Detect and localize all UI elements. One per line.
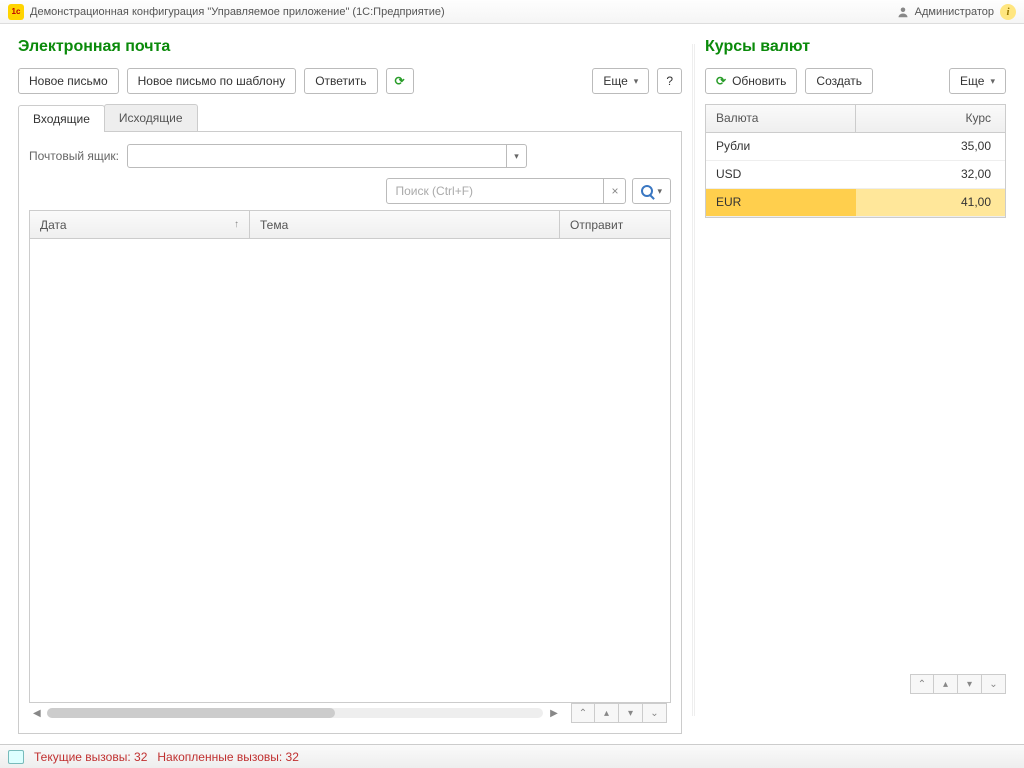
rates-more-label: Еще <box>960 74 984 88</box>
more-button[interactable]: Еще ▾ <box>592 68 649 94</box>
nav-first-button[interactable]: ⌃ <box>910 674 934 694</box>
scroll-left-icon[interactable]: ◀ <box>33 708 41 719</box>
table-row-selected[interactable]: EUR 41,00 <box>706 189 1005 217</box>
grid-body[interactable] <box>30 239 670 702</box>
email-tabs: Входящие Исходящие <box>18 104 682 132</box>
nav-up-button[interactable]: ▴ <box>934 674 958 694</box>
grid-header: Дата↑ Тема Отправит <box>30 211 670 239</box>
nav-last-button[interactable]: ⌄ <box>982 674 1006 694</box>
table-row[interactable]: USD 32,00 <box>706 161 1005 189</box>
inbox-panel: Почтовый ящик: ▾ × ▾ Дата↑ <box>18 132 682 734</box>
refresh-icon: ⟳ <box>716 74 726 88</box>
search-box: × <box>386 178 626 204</box>
nav-first-button[interactable]: ⌃ <box>571 703 595 723</box>
mailbox-input[interactable] <box>128 145 506 167</box>
rates-refresh-label: Обновить <box>732 74 786 88</box>
nav-last-button[interactable]: ⌄ <box>643 703 667 723</box>
col-date[interactable]: Дата↑ <box>30 211 250 238</box>
caret-down-icon: ▾ <box>990 76 995 87</box>
search-clear-button[interactable]: × <box>603 179 625 203</box>
caret-down-icon: ▾ <box>634 76 639 87</box>
rates-more-button[interactable]: Еще ▾ <box>949 68 1006 94</box>
email-grid: Дата↑ Тема Отправит <box>29 210 671 703</box>
email-toolbar: Новое письмо Новое письмо по шаблону Отв… <box>18 68 682 94</box>
rates-pane: Курсы валют ⟳ Обновить Создать Еще ▾ Валют… <box>695 24 1024 736</box>
currency-name: USD <box>706 161 856 188</box>
rates-table: Валюта Курс Рубли 35,00 USD 32,00 EUR 41… <box>705 104 1006 218</box>
status-accumulated: Накопленные вызовы: 32 <box>157 750 299 764</box>
sort-asc-icon: ↑ <box>234 219 239 230</box>
info-icon[interactable]: i <box>1000 4 1016 20</box>
nav-down-button[interactable]: ▾ <box>619 703 643 723</box>
currency-rate: 41,00 <box>856 189 1005 216</box>
caret-down-icon: ▾ <box>657 186 662 197</box>
caret-down-icon: ▾ <box>514 151 519 162</box>
hscroll-thumb[interactable] <box>47 708 335 718</box>
search-button[interactable]: ▾ <box>632 178 671 204</box>
refresh-button[interactable]: ⟳ <box>386 68 414 94</box>
col-rate[interactable]: Курс <box>856 105 1005 132</box>
status-bar: Текущие вызовы: 32 Накопленные вызовы: 3… <box>0 744 1024 768</box>
col-from[interactable]: Отправит <box>560 211 670 238</box>
user-icon <box>897 6 909 18</box>
currency-name: Рубли <box>706 133 856 160</box>
more-label: Еще <box>603 74 627 88</box>
status-icon[interactable] <box>8 750 24 764</box>
rates-header: Валюта Курс <box>706 105 1005 133</box>
new-email-template-button[interactable]: Новое письмо по шаблону <box>127 68 297 94</box>
rates-title: Курсы валют <box>705 38 1006 56</box>
user-name[interactable]: Администратор <box>915 6 994 18</box>
email-title: Электронная почта <box>18 38 682 56</box>
email-pane: Электронная почта Новое письмо Новое пис… <box>0 24 692 736</box>
rates-create-button[interactable]: Создать <box>805 68 873 94</box>
table-row[interactable]: Рубли 35,00 <box>706 133 1005 161</box>
col-currency[interactable]: Валюта <box>706 105 856 132</box>
status-current: Текущие вызовы: 32 <box>34 750 147 764</box>
close-icon: × <box>611 184 618 198</box>
tab-inbox[interactable]: Входящие <box>18 105 105 132</box>
nav-up-button[interactable]: ▴ <box>595 703 619 723</box>
mailbox-combo[interactable]: ▾ <box>127 144 527 168</box>
rates-nav-buttons: ⌃ ▴ ▾ ⌄ <box>910 674 1006 694</box>
tab-outbox[interactable]: Исходящие <box>104 104 198 131</box>
new-email-button[interactable]: Новое письмо <box>18 68 119 94</box>
currency-rate: 35,00 <box>856 133 1005 160</box>
grid-footer: ◀ ▶ ⌃ ▴ ▾ ⌄ <box>29 703 671 723</box>
reply-button[interactable]: Ответить <box>304 68 377 94</box>
app-title: Демонстрационная конфигурация "Управляем… <box>30 6 445 18</box>
titlebar: 1c Демонстрационная конфигурация "Управл… <box>0 0 1024 24</box>
scroll-right-icon[interactable]: ▶ <box>549 708 559 719</box>
refresh-icon: ⟳ <box>395 74 405 88</box>
hscroll-track[interactable] <box>47 708 543 718</box>
rates-toolbar: ⟳ Обновить Создать Еще ▾ <box>705 68 1006 94</box>
col-subject[interactable]: Тема <box>250 211 560 238</box>
nav-down-button[interactable]: ▾ <box>958 674 982 694</box>
grid-nav-buttons: ⌃ ▴ ▾ ⌄ <box>571 703 667 723</box>
search-input[interactable] <box>387 179 603 203</box>
search-icon <box>641 185 653 197</box>
rates-refresh-button[interactable]: ⟳ Обновить <box>705 68 797 94</box>
currency-rate: 32,00 <box>856 161 1005 188</box>
mailbox-dropdown-button[interactable]: ▾ <box>506 145 526 167</box>
currency-name: EUR <box>706 189 856 216</box>
help-button[interactable]: ? <box>657 68 682 94</box>
mailbox-label: Почтовый ящик: <box>29 149 119 163</box>
app-logo-icon: 1c <box>8 4 24 20</box>
